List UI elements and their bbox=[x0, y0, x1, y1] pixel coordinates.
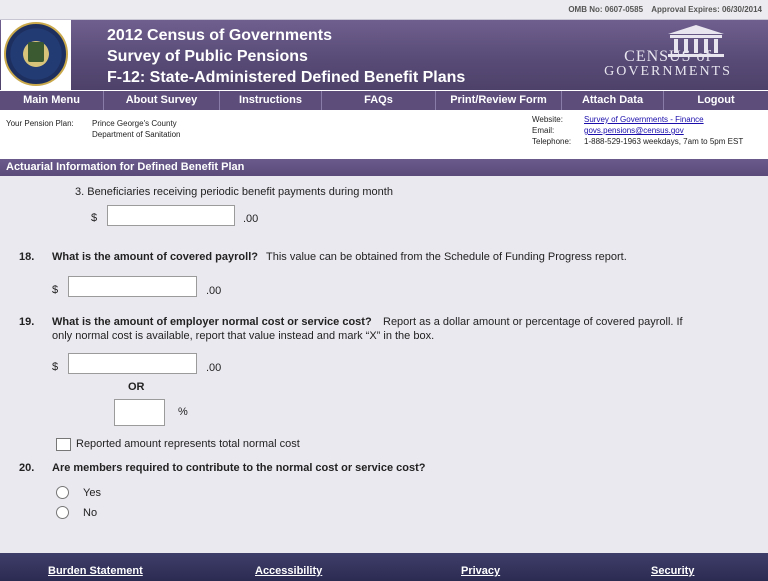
q19-cents: .00 bbox=[206, 362, 222, 374]
q19-question: What is the amount of employer normal co… bbox=[52, 316, 372, 328]
footer: Burden Statement Accessibility Privacy S… bbox=[0, 553, 768, 581]
info-bar: Your Pension Plan: Prince George's Count… bbox=[0, 110, 768, 154]
q20-yes-label: Yes bbox=[83, 487, 101, 499]
pension-plan-name-line-2: Department of Sanitation bbox=[92, 130, 181, 139]
q19-note-line-2: only normal cost is available, report th… bbox=[52, 330, 435, 342]
omb-approval: Approval Expires: 06/30/2014 bbox=[651, 5, 762, 14]
q18-note: This value can be obtained from the Sche… bbox=[266, 251, 627, 263]
omb-bar: OMB No: 0607-0585 Approval Expires: 06/3… bbox=[0, 0, 768, 20]
omb-info: OMB No: 0607-0585 Approval Expires: 06/3… bbox=[562, 5, 762, 14]
q18-cents: .00 bbox=[206, 285, 222, 297]
q18-currency: $ bbox=[52, 284, 59, 296]
main-nav: Main Menu About Survey Instructions FAQs… bbox=[0, 91, 768, 110]
q17-item3-text: 3. Beneficiaries receiving periodic bene… bbox=[75, 186, 393, 198]
section-title: Actuarial Information for Defined Benefi… bbox=[0, 159, 768, 176]
q19-percent-input[interactable] bbox=[114, 399, 165, 426]
footer-security-link[interactable]: Security bbox=[651, 565, 694, 577]
q19-currency: $ bbox=[52, 361, 59, 373]
pension-plan-name-line-1: Prince George's County bbox=[92, 119, 177, 128]
omb-number: OMB No: 0607-0585 bbox=[568, 5, 644, 14]
q20-number: 20. bbox=[19, 462, 35, 474]
title-line-2: Survey of Public Pensions bbox=[107, 48, 308, 65]
footer-privacy-link[interactable]: Privacy bbox=[461, 565, 500, 577]
q19-total-normal-cost-checkbox[interactable] bbox=[56, 438, 71, 451]
form-content: 3. Beneficiaries receiving periodic bene… bbox=[0, 176, 768, 553]
q20-no-radio[interactable] bbox=[56, 506, 69, 519]
nav-attach-data[interactable]: Attach Data bbox=[562, 91, 664, 110]
q18-question: What is the amount of covered payroll? bbox=[52, 251, 258, 263]
header-banner: 2012 Census of Governments Survey of Pub… bbox=[0, 20, 768, 90]
logo-text-line-2: GOVERNMENTS bbox=[604, 64, 732, 79]
q19-checkbox-label: Reported amount represents total normal … bbox=[76, 438, 300, 450]
q20-question: Are members required to contribute to th… bbox=[52, 462, 426, 474]
commerce-seal-logo bbox=[1, 20, 71, 90]
pension-plan-label: Your Pension Plan: bbox=[6, 119, 74, 128]
nav-faqs[interactable]: FAQs bbox=[322, 91, 436, 110]
contact-info: Website: Survey of Governments - Finance… bbox=[532, 114, 743, 147]
telephone-value: 1-888-529-1963 weekdays, 7am to 5pm EST bbox=[584, 137, 744, 146]
q19-percent-sign: % bbox=[178, 406, 188, 418]
q20-yes-radio[interactable] bbox=[56, 486, 69, 499]
q17-item3-amount-input[interactable] bbox=[107, 205, 235, 226]
nav-instructions[interactable]: Instructions bbox=[220, 91, 322, 110]
q19-number: 19. bbox=[19, 316, 35, 328]
footer-accessibility-link[interactable]: Accessibility bbox=[255, 565, 322, 577]
title-line-1: 2012 Census of Governments bbox=[107, 27, 332, 44]
q18-number: 18. bbox=[19, 251, 35, 263]
q18-covered-payroll-input[interactable] bbox=[68, 276, 197, 297]
page-title: 2012 Census of Governments Survey of Pub… bbox=[107, 25, 465, 88]
census-of-governments-logo: CENSUS of GOVERNMENTS bbox=[588, 24, 748, 86]
nav-about-survey[interactable]: About Survey bbox=[104, 91, 220, 110]
q20-no-label: No bbox=[83, 507, 98, 519]
footer-burden-statement-link[interactable]: Burden Statement bbox=[48, 565, 143, 577]
nav-logout[interactable]: Logout bbox=[664, 91, 768, 110]
telephone-label: Telephone: bbox=[532, 137, 572, 146]
title-line-3: F-12: State-Administered Defined Benefit… bbox=[107, 69, 466, 86]
q17-item3-currency: $ bbox=[91, 212, 98, 224]
email-link[interactable]: govs.pensions@census.gov bbox=[584, 125, 684, 136]
q19-or-label: OR bbox=[128, 381, 145, 393]
nav-main-menu[interactable]: Main Menu bbox=[0, 91, 104, 110]
website-link[interactable]: Survey of Governments - Finance bbox=[584, 114, 704, 125]
nav-print-review-form[interactable]: Print/Review Form bbox=[436, 91, 562, 110]
website-label: Website: bbox=[532, 115, 563, 124]
email-label: Email: bbox=[532, 126, 555, 135]
q19-normal-cost-amount-input[interactable] bbox=[68, 353, 197, 374]
q17-item3-cents: .00 bbox=[243, 213, 259, 225]
q19-note-line-1: Report as a dollar amount or percentage … bbox=[383, 316, 683, 328]
